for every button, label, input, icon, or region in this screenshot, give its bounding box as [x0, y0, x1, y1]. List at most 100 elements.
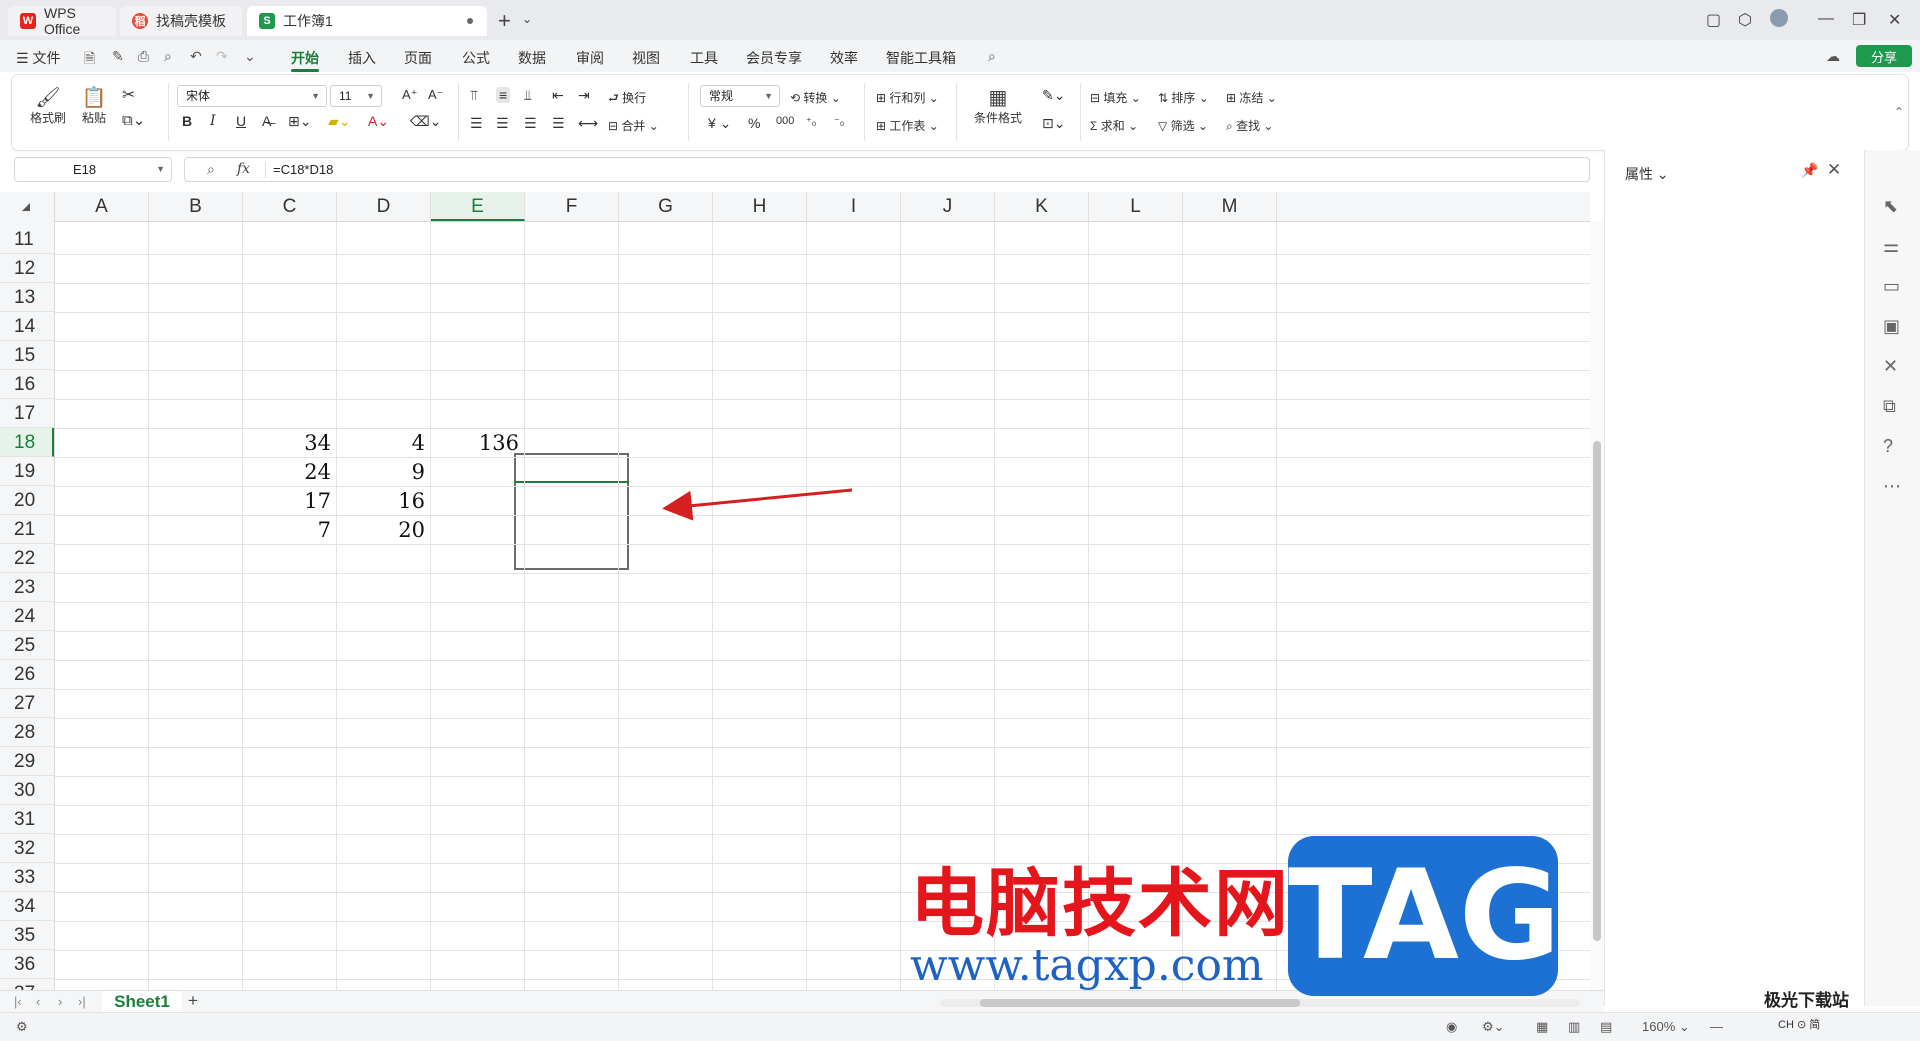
add-sheet-button[interactable]: +	[188, 991, 198, 1011]
menu-formula[interactable]: 公式	[462, 48, 490, 68]
tab-workbook[interactable]: S 工作簿1	[247, 6, 487, 36]
distribute-icon[interactable]: ⟷	[578, 115, 598, 132]
font-size-select[interactable]: 11 ▼	[330, 85, 382, 107]
share-button[interactable]: 分享	[1856, 45, 1912, 67]
align-left-icon[interactable]: ☰	[470, 115, 483, 132]
restore-icon[interactable]: ❐	[1852, 10, 1866, 30]
menu-member[interactable]: 会员专享	[746, 48, 802, 68]
merge-button[interactable]: ⊟ 合并 ⌄	[608, 117, 659, 134]
font-color-icon[interactable]: A⌄	[368, 113, 389, 130]
formula-input[interactable]: =C18*D18	[273, 162, 333, 177]
vertical-scrollbar[interactable]	[1590, 221, 1604, 991]
minimize-icon[interactable]: —	[1818, 10, 1834, 28]
tab-template[interactable]: 稻 找稿壳模板	[120, 6, 242, 36]
unsaved-dot-icon[interactable]	[467, 18, 473, 24]
conditional-format-button[interactable]: ▦ 条件格式	[966, 85, 1030, 126]
sum-button[interactable]: Σ 求和 ⌄	[1090, 117, 1138, 134]
font-grow-icon[interactable]: A⁺	[402, 87, 418, 103]
cell-style-icon[interactable]: ✎⌄	[1042, 87, 1065, 104]
sheet-tab-sheet1[interactable]: Sheet1	[102, 991, 182, 1013]
freeze-button[interactable]: ⊞ 冻结 ⌄	[1226, 89, 1277, 106]
font-family-select[interactable]: 宋体 ▼	[177, 85, 327, 107]
eraser-icon[interactable]: ⌫⌄	[410, 113, 442, 130]
pane-title[interactable]: 属性 ⌄	[1625, 164, 1669, 184]
book-icon[interactable]: ⧉	[1883, 396, 1896, 417]
tab-wps-office[interactable]: W WPS Office	[8, 5, 116, 37]
find-button[interactable]: ⌕ 查找 ⌄	[1226, 117, 1273, 134]
menu-page[interactable]: 页面	[404, 48, 432, 68]
italic-button[interactable]: I	[210, 113, 216, 129]
font-shrink-icon[interactable]: A⁻	[428, 87, 444, 103]
close-icon[interactable]: ✕	[1827, 160, 1841, 180]
wrap-text-button[interactable]: ⮐ 换行	[608, 89, 646, 110]
undo-icon[interactable]: ↶	[190, 48, 202, 65]
eye-protect-icon[interactable]: ◉	[1446, 1019, 1457, 1035]
pin-icon[interactable]: 📌	[1801, 162, 1818, 179]
horizontal-scroll-thumb[interactable]	[980, 999, 1300, 1007]
menu-efficiency[interactable]: 效率	[830, 48, 858, 68]
menu-view[interactable]: 视图	[632, 48, 660, 68]
cell-format-icon[interactable]: ⊡⌄	[1042, 115, 1065, 132]
collapse-ribbon-icon[interactable]: ⌃	[1894, 105, 1904, 119]
underline-button[interactable]: U	[236, 113, 246, 129]
strikethrough-icon[interactable]: A̶	[262, 113, 271, 129]
zoom-level[interactable]: 160% ⌄	[1642, 1019, 1690, 1035]
format-painter-button[interactable]: 🖌 格式刷	[28, 85, 68, 126]
macro-icon[interactable]: ⚙	[16, 1019, 28, 1035]
new-tab-plus-icon[interactable]: +	[498, 8, 511, 34]
fx-icon[interactable]: fx	[237, 161, 250, 177]
fill-button[interactable]: ⊟ 填充 ⌄	[1090, 89, 1141, 106]
menu-smart-toolbox[interactable]: 智能工具箱	[886, 48, 956, 68]
number-format-select[interactable]: 常规 ▼	[700, 85, 780, 107]
page-view-icon[interactable]: ▤	[1600, 1019, 1612, 1035]
horizontal-scrollbar[interactable]	[940, 999, 1580, 1007]
justify-icon[interactable]: ☰	[552, 115, 565, 132]
indent-decrease-icon[interactable]: ⇤	[552, 87, 564, 104]
last-sheet-icon[interactable]: ›|	[78, 994, 86, 1009]
currency-button[interactable]: ¥ ⌄	[708, 115, 731, 132]
print-preview-icon[interactable]: ⌕	[164, 48, 172, 65]
chevron-down-icon[interactable]: ⌄	[522, 12, 532, 26]
close-icon[interactable]: ✕	[1888, 10, 1901, 30]
percent-button[interactable]: %	[748, 115, 760, 131]
settings-icon[interactable]: ⚙⌄	[1482, 1019, 1505, 1035]
sort-button[interactable]: ⇅ 排序 ⌄	[1158, 89, 1209, 106]
align-middle-icon[interactable]: ≡	[496, 87, 511, 103]
cloud-icon[interactable]: ☁	[1826, 48, 1840, 65]
print-icon[interactable]: ⎙	[138, 48, 149, 65]
convert-button[interactable]: ⟲ 转换 ⌄	[790, 89, 841, 106]
align-center-icon[interactable]: ☰	[496, 115, 509, 132]
next-sheet-icon[interactable]: ›	[58, 994, 62, 1009]
menu-review[interactable]: 审阅	[576, 48, 604, 68]
prev-sheet-icon[interactable]: ‹	[36, 994, 40, 1009]
help-icon[interactable]: ?	[1883, 436, 1893, 457]
indent-increase-icon[interactable]: ⇥	[578, 87, 590, 104]
filter-button[interactable]: ▽ 筛选 ⌄	[1158, 117, 1208, 134]
vertical-scroll-thumb[interactable]	[1593, 441, 1601, 941]
redo-icon[interactable]: ↷	[216, 48, 228, 65]
avatar[interactable]	[1770, 9, 1788, 27]
paste-button[interactable]: 📋 粘贴	[74, 85, 114, 126]
formula-bar[interactable]: ⌕ fx =C18*D18	[184, 157, 1590, 182]
zoom-icon[interactable]: ⌕	[207, 161, 215, 178]
menu-insert[interactable]: 插入	[348, 48, 376, 68]
copy-icon[interactable]: ⧉⌄	[122, 111, 145, 129]
more-icon[interactable]: ⋯	[1883, 476, 1901, 497]
menu-tools[interactable]: 工具	[690, 48, 718, 68]
decrease-decimal-icon[interactable]: ⁻₀	[834, 115, 844, 128]
layout-icon[interactable]: ▢	[1706, 10, 1721, 30]
menu-data[interactable]: 数据	[518, 48, 546, 68]
cube-icon[interactable]: ⬡	[1738, 10, 1752, 30]
zoom-out-icon[interactable]: —	[1710, 1019, 1723, 1034]
fill-color-icon[interactable]: ▰⌄	[328, 113, 351, 130]
increase-decimal-icon[interactable]: ⁺₀	[806, 115, 816, 128]
save-icon[interactable]: 🗎	[84, 48, 95, 72]
rows-cols-button[interactable]: ⊞ 行和列 ⌄	[876, 89, 939, 106]
paint-icon[interactable]: ✎	[112, 48, 124, 65]
thousands-icon[interactable]: 000	[776, 115, 794, 127]
cut-icon[interactable]: ✂	[122, 85, 135, 105]
first-sheet-icon[interactable]: |‹	[14, 994, 22, 1009]
chevron-down-icon[interactable]: ⌄	[244, 48, 256, 65]
worksheet-button[interactable]: ⊞ 工作表 ⌄	[876, 117, 939, 134]
align-right-icon[interactable]: ☰	[524, 115, 537, 132]
